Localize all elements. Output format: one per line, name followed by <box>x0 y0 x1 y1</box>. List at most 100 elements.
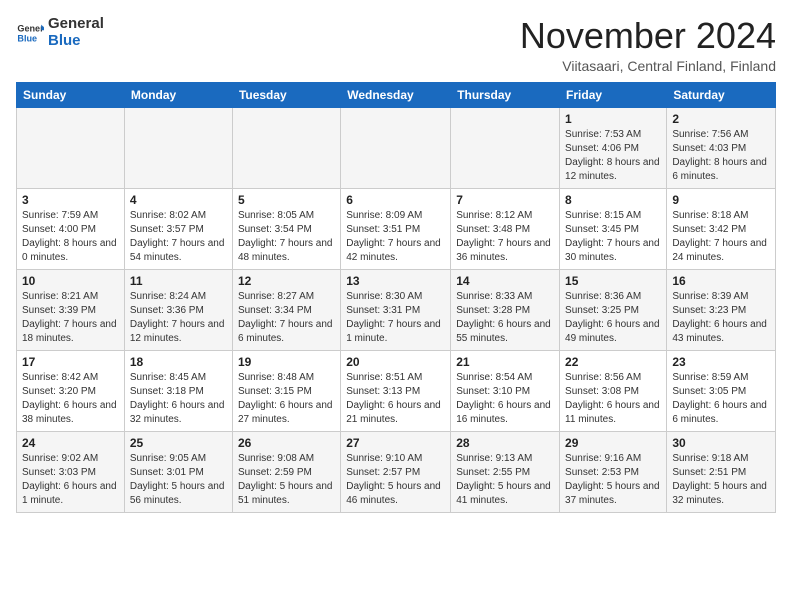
logo: General Blue General Blue <box>16 16 104 49</box>
calendar-cell <box>232 107 340 188</box>
calendar-cell <box>451 107 560 188</box>
calendar-subtitle: Viitasaari, Central Finland, Finland <box>520 58 776 74</box>
day-info: Sunrise: 8:45 AM Sunset: 3:18 PM Dayligh… <box>130 371 227 427</box>
day-info: Sunrise: 8:12 AM Sunset: 3:48 PM Dayligh… <box>456 209 554 265</box>
calendar-cell: 22Sunrise: 8:56 AM Sunset: 3:08 PM Dayli… <box>560 350 667 431</box>
calendar-cell: 27 Sunrise: 9:10 AM Sunset: 2:57 PM Dayli… <box>341 431 451 512</box>
weekday-header-row: SundayMondayTuesdayWednesdayThursdayFrid… <box>17 82 776 107</box>
calendar-cell: 16 Sunrise: 8:39 AM Sunset: 3:23 PM Dayli… <box>667 269 776 350</box>
day-info: Sunrise: 8:15 AM Sunset: 3:45 PM Dayligh… <box>565 209 661 265</box>
calendar-week-2: 3Sunrise: 7:59 AM Sunset: 4:00 PM Daylig… <box>17 188 776 269</box>
day-info: Sunrise: 9:02 AM Sunset: 3:03 PM Dayligh… <box>22 452 119 508</box>
calendar-table: SundayMondayTuesdayWednesdayThursdayFrid… <box>16 82 776 513</box>
day-info: Sunrise: 8:56 AM Sunset: 3:08 PM Dayligh… <box>565 371 661 427</box>
day-number: 27 <box>346 436 445 450</box>
day-number: 24 <box>22 436 119 450</box>
day-number: 13 <box>346 274 445 288</box>
calendar-cell: 12 Sunrise: 8:27 AM Sunset: 3:34 PM Dayli… <box>232 269 340 350</box>
calendar-cell: 4 Sunrise: 8:02 AM Sunset: 3:57 PM Daylig… <box>124 188 232 269</box>
day-info: Sunrise: 8:18 AM Sunset: 3:42 PM Dayligh… <box>672 209 770 265</box>
day-number: 16 <box>672 274 770 288</box>
day-info: Sunrise: 9:05 AM Sunset: 3:01 PM Dayligh… <box>130 452 227 508</box>
title-block: November 2024 Viitasaari, Central Finlan… <box>520 16 776 74</box>
day-info: Sunrise: 8:51 AM Sunset: 3:13 PM Dayligh… <box>346 371 445 427</box>
day-number: 12 <box>238 274 335 288</box>
calendar-cell: 30 Sunrise: 9:18 AM Sunset: 2:51 PM Dayli… <box>667 431 776 512</box>
calendar-cell: 8 Sunrise: 8:15 AM Sunset: 3:45 PM Daylig… <box>560 188 667 269</box>
calendar-cell <box>124 107 232 188</box>
weekday-header-friday: Friday <box>560 82 667 107</box>
day-number: 14 <box>456 274 554 288</box>
calendar-cell: 5 Sunrise: 8:05 AM Sunset: 3:54 PM Daylig… <box>232 188 340 269</box>
calendar-cell: 9 Sunrise: 8:18 AM Sunset: 3:42 PM Daylig… <box>667 188 776 269</box>
calendar-title: November 2024 <box>520 16 776 56</box>
calendar-cell: 1Sunrise: 7:53 AM Sunset: 4:06 PM Daylig… <box>560 107 667 188</box>
calendar-cell: 23 Sunrise: 8:59 AM Sunset: 3:05 PM Dayli… <box>667 350 776 431</box>
day-info: Sunrise: 8:21 AM Sunset: 3:39 PM Dayligh… <box>22 290 119 346</box>
calendar-cell: 13 Sunrise: 8:30 AM Sunset: 3:31 PM Dayli… <box>341 269 451 350</box>
day-info: Sunrise: 8:36 AM Sunset: 3:25 PM Dayligh… <box>565 290 661 346</box>
calendar-week-1: 1Sunrise: 7:53 AM Sunset: 4:06 PM Daylig… <box>17 107 776 188</box>
day-number: 10 <box>22 274 119 288</box>
svg-text:General: General <box>17 23 44 33</box>
day-number: 30 <box>672 436 770 450</box>
weekday-header-saturday: Saturday <box>667 82 776 107</box>
weekday-header-sunday: Sunday <box>17 82 125 107</box>
page-header: General Blue General Blue November 2024 … <box>16 16 776 74</box>
calendar-cell: 18 Sunrise: 8:45 AM Sunset: 3:18 PM Dayli… <box>124 350 232 431</box>
day-info: Sunrise: 8:05 AM Sunset: 3:54 PM Dayligh… <box>238 209 335 265</box>
day-number: 23 <box>672 355 770 369</box>
logo-blue: Blue <box>48 33 104 50</box>
calendar-cell: 25 Sunrise: 9:05 AM Sunset: 3:01 PM Dayli… <box>124 431 232 512</box>
calendar-cell <box>341 107 451 188</box>
day-info: Sunrise: 8:30 AM Sunset: 3:31 PM Dayligh… <box>346 290 445 346</box>
day-number: 18 <box>130 355 227 369</box>
calendar-cell: 3Sunrise: 7:59 AM Sunset: 4:00 PM Daylig… <box>17 188 125 269</box>
day-info: Sunrise: 7:59 AM Sunset: 4:00 PM Dayligh… <box>22 209 119 265</box>
calendar-cell: 19Sunrise: 8:48 AM Sunset: 3:15 PM Dayli… <box>232 350 340 431</box>
day-number: 19 <box>238 355 335 369</box>
weekday-header-tuesday: Tuesday <box>232 82 340 107</box>
calendar-cell: 20Sunrise: 8:51 AM Sunset: 3:13 PM Dayli… <box>341 350 451 431</box>
calendar-cell: 28Sunrise: 9:13 AM Sunset: 2:55 PM Dayli… <box>451 431 560 512</box>
day-number: 5 <box>238 193 335 207</box>
day-number: 7 <box>456 193 554 207</box>
day-info: Sunrise: 8:02 AM Sunset: 3:57 PM Dayligh… <box>130 209 227 265</box>
day-number: 25 <box>130 436 227 450</box>
calendar-cell: 6Sunrise: 8:09 AM Sunset: 3:51 PM Daylig… <box>341 188 451 269</box>
day-info: Sunrise: 9:16 AM Sunset: 2:53 PM Dayligh… <box>565 452 661 508</box>
day-number: 17 <box>22 355 119 369</box>
day-info: Sunrise: 9:08 AM Sunset: 2:59 PM Dayligh… <box>238 452 335 508</box>
day-info: Sunrise: 9:13 AM Sunset: 2:55 PM Dayligh… <box>456 452 554 508</box>
day-info: Sunrise: 9:18 AM Sunset: 2:51 PM Dayligh… <box>672 452 770 508</box>
weekday-header-thursday: Thursday <box>451 82 560 107</box>
day-info: Sunrise: 8:54 AM Sunset: 3:10 PM Dayligh… <box>456 371 554 427</box>
calendar-cell: 26 Sunrise: 9:08 AM Sunset: 2:59 PM Dayli… <box>232 431 340 512</box>
calendar-cell <box>17 107 125 188</box>
day-number: 15 <box>565 274 661 288</box>
calendar-cell: 21 Sunrise: 8:54 AM Sunset: 3:10 PM Dayli… <box>451 350 560 431</box>
day-info: Sunrise: 8:39 AM Sunset: 3:23 PM Dayligh… <box>672 290 770 346</box>
calendar-cell: 17 Sunrise: 8:42 AM Sunset: 3:20 PM Dayli… <box>17 350 125 431</box>
day-number: 4 <box>130 193 227 207</box>
day-number: 26 <box>238 436 335 450</box>
day-info: Sunrise: 8:27 AM Sunset: 3:34 PM Dayligh… <box>238 290 335 346</box>
day-info: Sunrise: 8:09 AM Sunset: 3:51 PM Dayligh… <box>346 209 445 265</box>
day-info: Sunrise: 8:42 AM Sunset: 3:20 PM Dayligh… <box>22 371 119 427</box>
weekday-header-wednesday: Wednesday <box>341 82 451 107</box>
svg-text:Blue: Blue <box>17 33 37 43</box>
day-number: 21 <box>456 355 554 369</box>
calendar-week-4: 17 Sunrise: 8:42 AM Sunset: 3:20 PM Dayli… <box>17 350 776 431</box>
calendar-cell: 15 Sunrise: 8:36 AM Sunset: 3:25 PM Dayli… <box>560 269 667 350</box>
day-info: Sunrise: 8:59 AM Sunset: 3:05 PM Dayligh… <box>672 371 770 427</box>
day-number: 8 <box>565 193 661 207</box>
day-info: Sunrise: 8:33 AM Sunset: 3:28 PM Dayligh… <box>456 290 554 346</box>
calendar-week-3: 10 Sunrise: 8:21 AM Sunset: 3:39 PM Dayli… <box>17 269 776 350</box>
day-info: Sunrise: 7:56 AM Sunset: 4:03 PM Dayligh… <box>672 128 770 184</box>
day-number: 2 <box>672 112 770 126</box>
calendar-cell: 7 Sunrise: 8:12 AM Sunset: 3:48 PM Daylig… <box>451 188 560 269</box>
day-number: 9 <box>672 193 770 207</box>
calendar-cell: 29Sunrise: 9:16 AM Sunset: 2:53 PM Dayli… <box>560 431 667 512</box>
day-info: Sunrise: 9:10 AM Sunset: 2:57 PM Dayligh… <box>346 452 445 508</box>
calendar-week-5: 24 Sunrise: 9:02 AM Sunset: 3:03 PM Dayli… <box>17 431 776 512</box>
